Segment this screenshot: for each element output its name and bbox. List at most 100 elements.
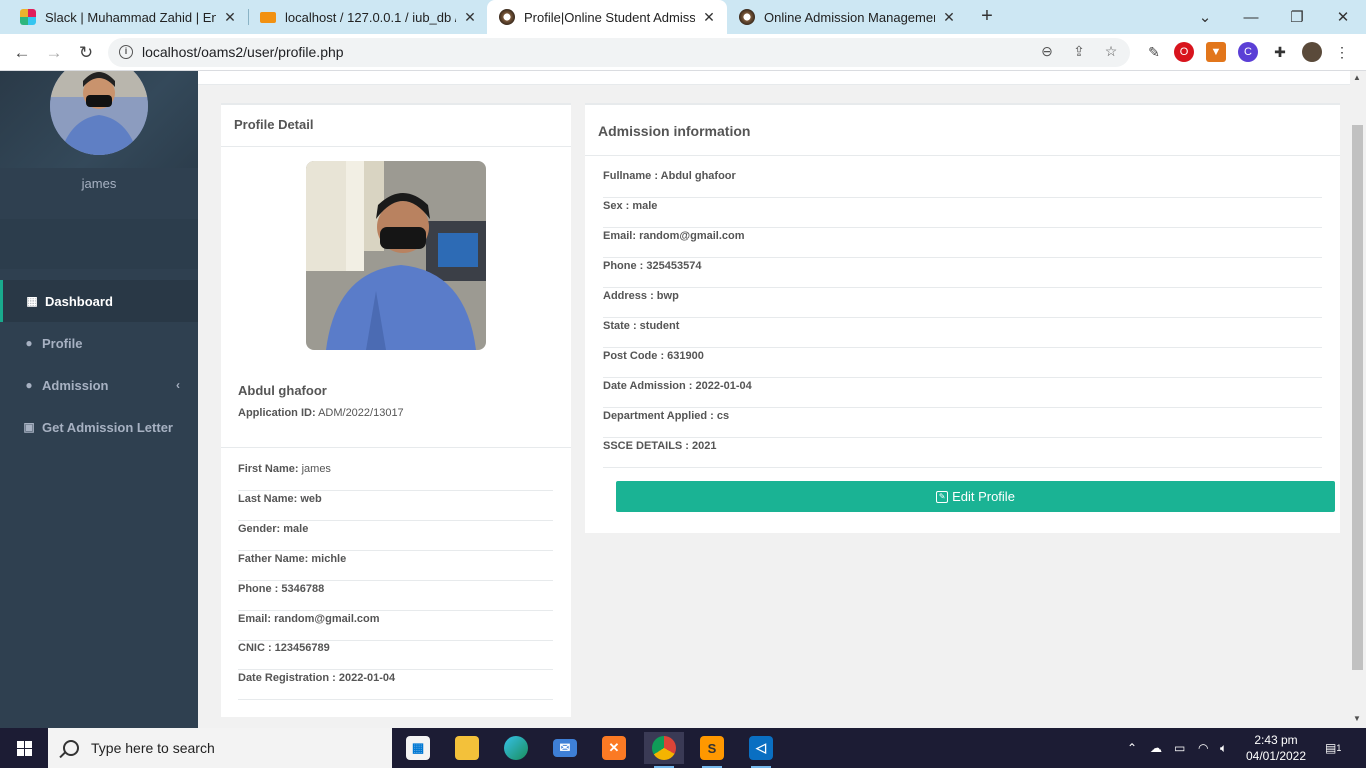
minimize-icon[interactable]: — [1228, 0, 1274, 34]
menu-kebab-icon[interactable]: ⋮ [1332, 42, 1352, 62]
eyedropper-extension-icon[interactable]: ✎ [1144, 42, 1164, 62]
field-value: random@gmail.com [274, 613, 380, 625]
volume-icon[interactable]: 🔈︎ [1220, 728, 1227, 768]
edit-icon: ✎ [936, 490, 949, 503]
scroll-up-icon[interactable]: ▲ [1353, 73, 1361, 82]
admission-row: Department Applied : cs [603, 408, 1322, 438]
window-close-icon[interactable]: ✕ [1320, 0, 1366, 34]
metamask-extension-icon[interactable]: ▼ [1206, 42, 1226, 62]
sidebar-item-get-admission-letter[interactable]: ▣ Get Admission Letter [0, 406, 198, 448]
chrome-icon [652, 736, 676, 760]
scrollbar-thumb[interactable] [1352, 125, 1363, 670]
tab-title: Profile|Online Student Admission [524, 9, 695, 25]
admission-row: Sex : male [603, 198, 1322, 228]
divider [221, 447, 571, 448]
field-value: 5346788 [281, 583, 325, 595]
taskbar-sublime[interactable]: S [692, 732, 732, 768]
notification-icon[interactable]: ▤ 1 [1325, 728, 1341, 768]
site-icon [739, 9, 755, 25]
admission-info-card: Admission information Fullname : Abdul g… [585, 103, 1340, 533]
tab-search-chevron-icon[interactable]: ⌄ [1182, 0, 1228, 34]
taskbar-vscode[interactable]: ◁ [741, 732, 781, 768]
sidebar: james ▦ Dashboard ● Profile ● Admission … [0, 71, 198, 728]
url-text[interactable]: localhost/oams2/user/profile.php [142, 44, 344, 60]
profile-field: Father Name: michle [238, 551, 553, 581]
folder-icon [455, 736, 479, 760]
clock-time: 2:43 pm [1254, 733, 1298, 747]
windows-taskbar: Type here to search ▦ ✉ ✕ S ◁ ⌃ ☁ ▭ ◠ 🔈︎… [0, 728, 1366, 768]
taskbar-file-explorer[interactable] [447, 732, 487, 764]
taskbar-clock[interactable]: 2:43 pm 04/01/2022 [1241, 732, 1311, 764]
page-scrollbar[interactable]: ▲ ▼ [1350, 71, 1366, 728]
opera-extension-icon[interactable]: O [1174, 42, 1194, 62]
field-label: Phone : [238, 583, 279, 595]
extensions-puzzle-icon[interactable]: ✚ [1270, 42, 1290, 62]
profile-field: Last Name: web [238, 491, 553, 521]
close-icon[interactable]: ✕ [701, 9, 717, 26]
restore-icon[interactable]: ❐ [1274, 0, 1320, 34]
avatar[interactable] [50, 71, 148, 155]
edit-profile-button[interactable]: ✎ Edit Profile [616, 481, 1335, 512]
wifi-icon[interactable]: ◠ [1198, 728, 1208, 768]
profile-field: CNIC : 123456789 [238, 640, 553, 670]
tab-title: Slack | Muhammad Zahid | Enigm [45, 9, 216, 25]
sidebar-profile-header: james [0, 71, 198, 191]
taskbar-store[interactable]: ▦ [398, 732, 438, 764]
sublime-icon: S [700, 736, 724, 760]
c-extension-icon[interactable]: C [1238, 42, 1258, 62]
close-icon[interactable]: ✕ [462, 9, 478, 26]
field-value: michle [311, 553, 347, 565]
phpmyadmin-icon [260, 11, 276, 23]
taskbar-chrome[interactable] [644, 732, 684, 768]
field-label: Gender: [238, 523, 281, 535]
admission-row: Phone : 325453574 [603, 258, 1322, 288]
tray-chevron-up-icon[interactable]: ⌃ [1127, 728, 1137, 768]
taskbar-edge[interactable] [496, 732, 536, 764]
top-navbar [198, 71, 1350, 85]
search-placeholder: Type here to search [91, 740, 215, 756]
new-tab-button[interactable]: + [976, 6, 998, 28]
profile-avatar-icon[interactable] [1302, 42, 1322, 62]
site-info-icon[interactable]: i [119, 45, 133, 59]
scroll-down-icon[interactable]: ▼ [1353, 714, 1361, 723]
tab-title: Online Admission Management s [764, 9, 935, 25]
zoom-icon[interactable]: ⊖ [1038, 43, 1056, 61]
sidebar-item-profile[interactable]: ● Profile [0, 322, 198, 364]
profile-field: First Name: james [238, 461, 553, 491]
chevron-left-icon: ‹ [176, 378, 180, 392]
omnibox[interactable]: i localhost/oams2/user/profile.php ⊖ ⇪ ☆ [108, 38, 1130, 67]
onedrive-icon[interactable]: ☁ [1150, 728, 1162, 768]
notification-count: 1 [1336, 743, 1342, 753]
tab-profile[interactable]: Profile|Online Student Admission ✕ [487, 0, 727, 34]
tab-title: localhost / 127.0.0.1 / iub_db / re [285, 9, 456, 25]
taskbar-xampp[interactable]: ✕ [594, 732, 634, 764]
profile-field: Date Registration : 2022-01-04 [238, 670, 553, 700]
bookmark-star-icon[interactable]: ☆ [1102, 43, 1120, 61]
tab-slack[interactable]: Slack | Muhammad Zahid | Enigm ✕ [8, 0, 248, 34]
sidebar-username: james [81, 176, 117, 191]
tab-phpmyadmin[interactable]: localhost / 127.0.0.1 / iub_db / re ✕ [248, 0, 488, 34]
taskbar-search[interactable]: Type here to search [48, 728, 392, 768]
taskbar-mail[interactable]: ✉ [545, 732, 585, 764]
sidebar-band [0, 219, 198, 269]
share-icon[interactable]: ⇪ [1070, 43, 1088, 61]
start-button[interactable] [0, 728, 48, 768]
sidebar-item-label: Admission [42, 377, 109, 393]
field-label: Email: [238, 613, 272, 625]
back-icon[interactable]: ← [10, 41, 34, 65]
close-icon[interactable]: ✕ [222, 9, 238, 26]
edge-icon [504, 736, 528, 760]
browser-tab-bar: Slack | Muhammad Zahid | Enigm ✕ localho… [0, 0, 1366, 34]
forward-icon[interactable]: → [42, 41, 66, 65]
close-icon[interactable]: ✕ [941, 9, 957, 26]
reload-icon[interactable]: ↻ [74, 41, 98, 65]
tab-admission-management[interactable]: Online Admission Management s ✕ [727, 0, 967, 34]
application-id-label: Application ID: [238, 407, 316, 419]
admission-row: Fullname : Abdul ghafoor [603, 168, 1322, 198]
battery-icon[interactable]: ▭ [1174, 728, 1185, 768]
store-icon: ▦ [406, 736, 430, 760]
sidebar-item-dashboard[interactable]: ▦ Dashboard [0, 280, 198, 322]
admission-row: Email: random@gmail.com [603, 228, 1322, 258]
grid-icon: ▦ [26, 294, 38, 308]
sidebar-item-admission[interactable]: ● Admission ‹ [0, 364, 198, 406]
